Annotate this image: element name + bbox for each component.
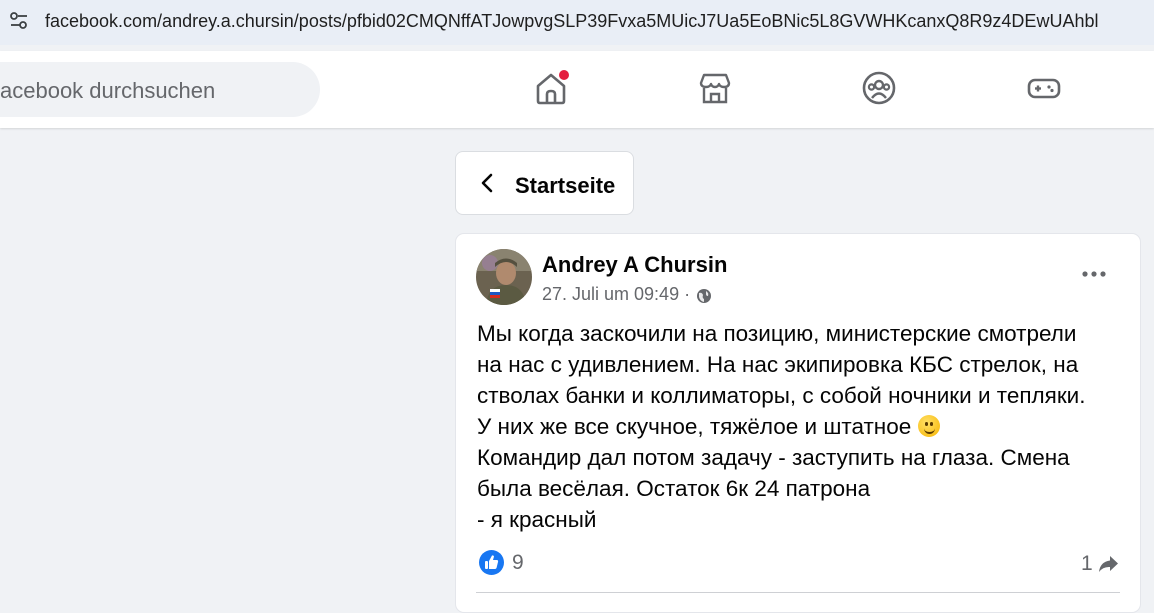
like-count: 9 (512, 550, 524, 574)
post-line: У них же все скучное, тяжёлое и штатное (477, 414, 912, 439)
marketplace-icon (699, 73, 731, 104)
post-text: Мы когда заскочили на позицию, министерс… (477, 318, 1127, 535)
chevron-left-icon (481, 173, 493, 193)
back-label: Startseite (515, 173, 616, 198)
post-line-with-emoji: У них же все скучное, тяжёлое и штатное (477, 411, 1127, 442)
post-options-button[interactable] (1080, 260, 1108, 288)
more-horizontal-icon (1082, 271, 1106, 277)
post-line: на нас с удивлением. На нас экипировка К… (477, 352, 1079, 377)
browser-url-bar[interactable]: facebook.com/andrey.a.chursin/posts/pfbi… (0, 0, 1154, 45)
site-settings-icon[interactable] (8, 10, 30, 32)
meta-separator: · (684, 284, 691, 304)
share-icon (1098, 556, 1118, 572)
home-nav-button[interactable] (533, 70, 569, 106)
post-card: Andrey A Chursin 27. Juli um 09:49 · Мы … (455, 233, 1141, 613)
like-reaction-icon (479, 550, 504, 575)
search-placeholder: acebook durchsuchen (0, 78, 216, 103)
top-navigation: acebook durchsuchen (0, 51, 1154, 128)
reactions-summary[interactable]: 9 (479, 550, 524, 575)
smile-emoji-icon (917, 415, 940, 437)
url-text[interactable]: facebook.com/andrey.a.chursin/posts/pfbi… (45, 11, 1098, 32)
post-line: Командир дал потом задачу - заступить на… (477, 445, 1070, 470)
groups-icon (862, 71, 896, 105)
groups-nav-button[interactable] (861, 70, 897, 106)
globe-icon (697, 289, 712, 303)
share-count: 1 (1081, 552, 1093, 575)
post-line: - я красный (477, 507, 597, 532)
marketplace-nav-button[interactable] (697, 70, 733, 106)
post-line: Мы когда заскочили на позицию, министерс… (477, 321, 1077, 346)
back-to-home-button[interactable]: Startseite (455, 151, 634, 215)
divider (476, 592, 1120, 593)
post-timestamp[interactable]: 27. Juli um 09:49 (542, 284, 679, 305)
gaming-icon (1027, 78, 1061, 99)
post-meta: 27. Juli um 09:49 · (542, 284, 712, 305)
post-line: стволах банки и коллиматоры, с собой ноч… (477, 383, 1086, 408)
avatar[interactable] (476, 249, 532, 305)
post-line: была весёлая. Остаток 6к 24 патрона (477, 476, 871, 501)
gaming-nav-button[interactable] (1026, 70, 1062, 106)
search-input[interactable]: acebook durchsuchen (0, 62, 320, 117)
shares-summary[interactable]: 1 (1081, 552, 1119, 576)
post-author[interactable]: Andrey A Chursin (542, 252, 727, 278)
notification-dot (559, 70, 569, 80)
